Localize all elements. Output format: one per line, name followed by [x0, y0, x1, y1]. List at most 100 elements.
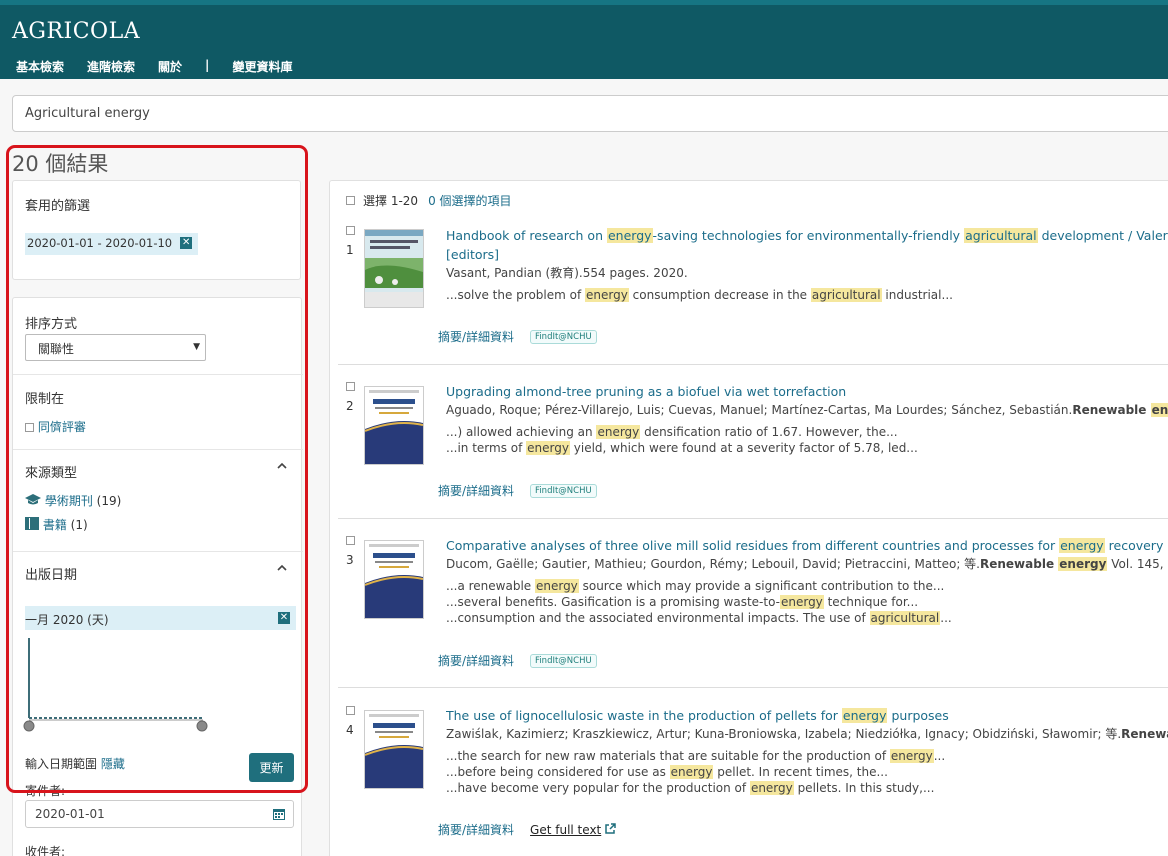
sort-select[interactable]: 關聯性 ▼ — [25, 334, 206, 361]
source-type-journals-label[interactable]: 學術期刊 — [45, 494, 93, 508]
result-snippet: ...before being considered for use as en… — [446, 764, 1168, 780]
source-type-books-label[interactable]: 書籍 — [43, 518, 67, 532]
nav-about[interactable]: 關於 — [158, 58, 182, 75]
result-checkbox[interactable] — [346, 382, 355, 391]
result-number: 3 — [346, 553, 354, 567]
journal-cover-thumbnail[interactable] — [364, 386, 424, 465]
action-label: FindIt@NCHU — [535, 655, 592, 666]
source-type-journals[interactable]: 學術期刊 (19) — [25, 492, 121, 509]
result-body: Upgrading almond-tree pruning as a biofu… — [446, 382, 1168, 456]
app-title[interactable]: AGRICOLA — [12, 19, 140, 44]
update-button[interactable]: 更新 — [249, 753, 294, 782]
journal-cover-thumbnail[interactable] — [364, 710, 424, 789]
result-item: 2 Upgrading almond-tree pruning as a biof… — [338, 382, 1168, 532]
book-cover-thumbnail[interactable] — [364, 229, 424, 308]
result-meta: Ducom, Gaëlle; Gautier, Mathieu; Gourdon… — [446, 556, 1168, 572]
hide-date-range-link[interactable]: 隱藏 — [101, 757, 125, 771]
highlighted-term: agricultural — [869, 611, 941, 625]
result-snippet: ...several benefits. Gasification is a p… — [446, 594, 1168, 610]
text-run: Upgrading almond-tree pruning as a biofu… — [446, 384, 847, 399]
select-range-label: 選擇 1-20 — [363, 194, 419, 208]
text-run: development / Valeriy Kharchenko — [1041, 228, 1168, 243]
text-run: Zawiślak, Kazimierz; Kraszkiewicz, Artur… — [446, 727, 1122, 741]
result-actions: 摘要/詳細資料 FindIt@NCHU — [438, 652, 597, 669]
text-run: yield, which were found at a severity fa… — [569, 441, 918, 455]
result-meta: Zawiślak, Kazimierz; Kraszkiewicz, Artur… — [446, 726, 1168, 742]
nav-basic-search[interactable]: 基本檢索 — [16, 58, 64, 75]
result-body: Comparative analyses of three olive mill… — [446, 536, 1168, 626]
result-title-continuation[interactable]: [editors] — [446, 245, 1168, 264]
get-full-text-link[interactable]: Get full text — [530, 823, 616, 837]
result-title-link[interactable]: The use of lignocellulosic waste in the … — [446, 706, 1168, 725]
result-divider — [338, 518, 1168, 519]
text-run: densification ratio of 1.67. However, th… — [640, 425, 898, 439]
findit-button[interactable]: FindIt@NCHU — [530, 653, 597, 668]
date-histogram[interactable] — [23, 636, 223, 736]
result-number: 4 — [346, 723, 354, 737]
abstract-details-link[interactable]: 摘要/詳細資料 — [438, 652, 514, 669]
peer-reviewed-checkbox[interactable] — [25, 423, 34, 432]
findit-button[interactable]: FindIt@NCHU — [530, 483, 597, 498]
select-all-checkbox[interactable] — [346, 196, 355, 205]
result-count: 20 個結果 — [12, 152, 109, 176]
result-title-link[interactable]: Upgrading almond-tree pruning as a biofu… — [446, 382, 1168, 401]
action-label: 摘要/詳細資料 — [438, 654, 515, 668]
nav-change-database[interactable]: 變更資料庫 — [232, 58, 292, 75]
chevron-up-icon[interactable] — [276, 460, 288, 476]
date-range-label: 輸入日期範圍 — [25, 757, 98, 771]
divider — [13, 374, 303, 375]
result-title-link[interactable]: Handbook of research on energy-saving te… — [446, 226, 1168, 245]
external-link-icon — [605, 822, 616, 837]
action-label: 摘要/詳細資料 — [438, 484, 515, 498]
nav-advanced-search[interactable]: 進階檢索 — [87, 58, 135, 75]
result-checkbox[interactable] — [346, 226, 355, 235]
text-run: ... — [940, 611, 952, 625]
highlighted-term: energy — [669, 765, 714, 779]
peer-reviewed-option[interactable]: 同儕評審 — [25, 418, 86, 435]
highlighted-term: energy — [596, 425, 641, 439]
results-panel: 選擇 1-20 0 個選擇的項目 1 Handbook of research o… — [329, 180, 1168, 856]
text-run: technique for... — [823, 595, 919, 609]
text-run: ...) allowed achieving an — [446, 425, 597, 439]
abstract-details-link[interactable]: 摘要/詳細資料 — [438, 821, 514, 838]
histogram-bar — [28, 638, 30, 718]
text-run: Renewable — [1121, 727, 1168, 741]
to-label: 收件者: — [25, 845, 66, 856]
highlighted-term: energy — [1150, 403, 1168, 417]
chevron-up-icon[interactable] — [276, 562, 288, 578]
highlighted-term: energy — [841, 708, 888, 723]
abstract-details-link[interactable]: 摘要/詳細資料 — [438, 482, 514, 499]
calendar-icon[interactable] — [273, 808, 285, 820]
from-date-input[interactable]: 2020-01-01 — [25, 800, 294, 828]
result-title-link[interactable]: Comparative analyses of three olive mill… — [446, 536, 1168, 555]
slider-handle-end[interactable] — [196, 720, 208, 732]
highlighted-term: energy — [606, 228, 653, 243]
journal-cover-thumbnail[interactable] — [364, 540, 424, 619]
result-checkbox[interactable] — [346, 536, 355, 545]
highlighted-term: energy — [534, 579, 579, 593]
text-run: ...in terms of — [446, 441, 527, 455]
findit-button[interactable]: FindIt@NCHU — [530, 329, 597, 344]
text-run: consumption decrease in the — [628, 288, 811, 302]
search-input[interactable] — [12, 95, 1168, 132]
peer-reviewed-label[interactable]: 同儕評審 — [38, 420, 86, 434]
source-type-journals-count: (19) — [96, 494, 122, 508]
slider-handle-start[interactable] — [23, 720, 35, 732]
highlighted-term: agricultural — [964, 228, 1038, 243]
text-run: Vasant, Pandian (教育).554 pages. 2020. — [446, 266, 688, 280]
result-snippet: ...a renewable energy source which may p… — [446, 578, 1168, 594]
source-type-books[interactable]: 書籍 (1) — [25, 516, 88, 533]
source-type-books-count: (1) — [70, 518, 88, 532]
remove-filter-icon[interactable]: ✕ — [180, 237, 193, 249]
text-run: ...before being considered for use as — [446, 765, 670, 779]
date-range-row: 輸入日期範圍 隱藏 — [25, 755, 125, 772]
selected-items-link[interactable]: 0 個選擇的項目 — [428, 192, 511, 209]
result-checkbox[interactable] — [346, 706, 355, 715]
abstract-details-link[interactable]: 摘要/詳細資料 — [438, 328, 514, 345]
result-snippet: ...have become very popular for the prod… — [446, 780, 1168, 796]
remove-date-filter-icon[interactable]: ✕ — [278, 612, 290, 624]
text-run: The use of lignocellulosic waste in the … — [446, 708, 842, 723]
text-run: ...have become very popular for the prod… — [446, 781, 750, 795]
result-actions: 摘要/詳細資料 FindIt@NCHU — [438, 328, 597, 345]
action-label: FindIt@NCHU — [535, 485, 592, 496]
